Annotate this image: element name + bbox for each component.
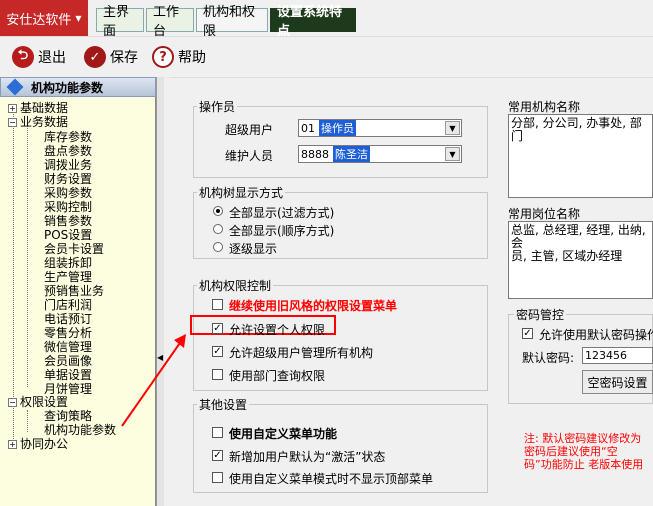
- tree-node-basic-data[interactable]: + 基础数据: [8, 101, 68, 115]
- org-tree-radio[interactable]: [213, 242, 223, 252]
- brand-menu[interactable]: 安仕达软件 ▼: [0, 0, 88, 36]
- annotation-arrow: [121, 334, 186, 427]
- tree-item[interactable]: 会员画像: [44, 354, 92, 368]
- dropdown-arrow-icon[interactable]: ▼: [445, 147, 460, 161]
- perm-checkbox[interactable]: [212, 369, 223, 380]
- exit-button[interactable]: ⮌ 退出: [12, 44, 66, 70]
- empty-password-button[interactable]: 空密码设置: [582, 370, 653, 394]
- tree-item[interactable]: 调拨业务: [44, 158, 92, 172]
- org-tree-option-label: 全部显示(过滤方式): [229, 206, 335, 220]
- tree-item[interactable]: 单据设置: [44, 368, 92, 382]
- help-button[interactable]: ? 帮助: [152, 44, 206, 70]
- tree-node-collab[interactable]: + 协同办公: [8, 437, 68, 451]
- perm-checkbox[interactable]: [212, 299, 223, 310]
- tree-item[interactable]: 预销售业务: [44, 284, 104, 298]
- tab-workbench[interactable]: 工作台: [146, 5, 194, 39]
- dropdown-arrow-icon[interactable]: ▼: [445, 121, 460, 135]
- perm-option-label: 使用部门查询权限: [229, 369, 326, 383]
- perm-option-label: 允许设置个人权限: [229, 323, 326, 337]
- perm-option-label: 允许超级用户管理所有机构: [229, 346, 374, 360]
- tree-node-permission[interactable]: − 权限设置: [8, 395, 68, 409]
- tree-item[interactable]: POS设置: [44, 228, 92, 242]
- common-post-title: 常用岗位名称: [508, 207, 581, 221]
- password-note-3: 码”功能防止 老版本使用: [524, 458, 644, 471]
- tree-item[interactable]: 电话预订: [44, 312, 92, 326]
- tree-item[interactable]: 采购控制: [44, 200, 92, 214]
- diamond-icon: [6, 78, 24, 96]
- allow-default-pw-checkbox[interactable]: ✓: [522, 328, 533, 339]
- tree-item[interactable]: 销售参数: [44, 214, 92, 228]
- question-icon: ?: [152, 46, 174, 68]
- perm-option-label: 继续使用旧风格的权限设置菜单: [229, 299, 398, 313]
- tree-item[interactable]: 零售分析: [44, 326, 92, 340]
- maintainer-select[interactable]: 8888 陈圣洁 ▼: [298, 145, 462, 163]
- org-tree-radio[interactable]: [213, 206, 223, 216]
- tab-main[interactable]: 主界面: [96, 5, 144, 39]
- tree-item[interactable]: 月饼管理: [44, 382, 92, 396]
- back-arrow-icon: ⮌: [12, 46, 34, 68]
- org-tree-option-label: 逐级显示: [229, 242, 278, 256]
- tree-item[interactable]: 微信管理: [44, 340, 92, 354]
- operator-group: [193, 106, 488, 178]
- other-title: 其他设置: [197, 396, 250, 413]
- chevron-down-icon: ▼: [75, 13, 82, 23]
- org-tree-option-label: 全部显示(顺序方式): [229, 224, 335, 238]
- function-tree: + 基础数据 − 业务数据 − 权限设置 + 协同办公 库存参数 盘点参数 调拨业务 财务设置…: [0, 97, 156, 506]
- perm-checkbox[interactable]: ✓: [212, 346, 223, 357]
- other-option-label: 新增加用户默认为“激活”状态: [229, 450, 386, 464]
- tree-item[interactable]: 机构功能参数: [44, 423, 116, 437]
- other-option-label: 使用自定义菜单功能: [229, 427, 338, 441]
- other-checkbox[interactable]: ✓: [212, 450, 223, 461]
- allow-default-pw-label: 允许使用默认密码操作: [539, 328, 653, 342]
- tree-item[interactable]: 财务设置: [44, 172, 92, 186]
- tree-item[interactable]: 盘点参数: [44, 144, 92, 158]
- tree-item[interactable]: 门店利润: [44, 298, 92, 312]
- other-option-label: 使用自定义菜单模式时不显示顶部菜单: [229, 472, 434, 486]
- common-post-textarea[interactable]: 总监, 总经理, 经理, 出纳, 会 员, 主管, 区域办经理: [508, 221, 653, 299]
- default-pw-label: 默认密码:: [522, 351, 575, 365]
- tree-item[interactable]: 采购参数: [44, 186, 92, 200]
- tree-item[interactable]: 库存参数: [44, 130, 92, 144]
- tree-item[interactable]: 生产管理: [44, 270, 92, 284]
- operator-title: 操作员: [197, 98, 238, 115]
- other-checkbox[interactable]: [212, 427, 223, 438]
- save-button[interactable]: ✓ 保存: [84, 44, 138, 70]
- maintainer-label: 维护人员: [225, 149, 274, 163]
- common-org-textarea[interactable]: 分部, 分公司, 办事处, 部门: [508, 114, 653, 198]
- org-tree-title: 机构树显示方式: [197, 184, 286, 201]
- perm-checkbox[interactable]: ✓: [212, 323, 223, 334]
- tab-org-permission[interactable]: 机构和权限: [196, 5, 268, 39]
- org-tree-radio[interactable]: [213, 224, 223, 234]
- tab-system-settings[interactable]: 设置系统特点: [270, 5, 356, 39]
- tree-item[interactable]: 查询策略: [44, 409, 92, 423]
- other-checkbox[interactable]: [212, 472, 223, 483]
- tree-item[interactable]: 会员卡设置: [44, 242, 104, 256]
- tree-header: 机构功能参数: [0, 77, 156, 97]
- check-icon: ✓: [84, 46, 106, 68]
- super-user-label: 超级用户: [225, 123, 274, 137]
- tree-item[interactable]: 组装拆卸: [44, 256, 92, 270]
- brand-label: 安仕达软件: [6, 12, 72, 28]
- perm-control-title: 机构权限控制: [197, 277, 274, 294]
- common-org-title: 常用机构名称: [508, 100, 581, 114]
- super-user-select[interactable]: 01 操作员 ▼: [298, 119, 462, 137]
- splitter[interactable]: ◀: [156, 77, 164, 506]
- password-title: 密码管控: [514, 306, 567, 323]
- tree-node-business-data[interactable]: − 业务数据: [8, 115, 68, 129]
- default-pw-input[interactable]: 123456: [582, 347, 653, 364]
